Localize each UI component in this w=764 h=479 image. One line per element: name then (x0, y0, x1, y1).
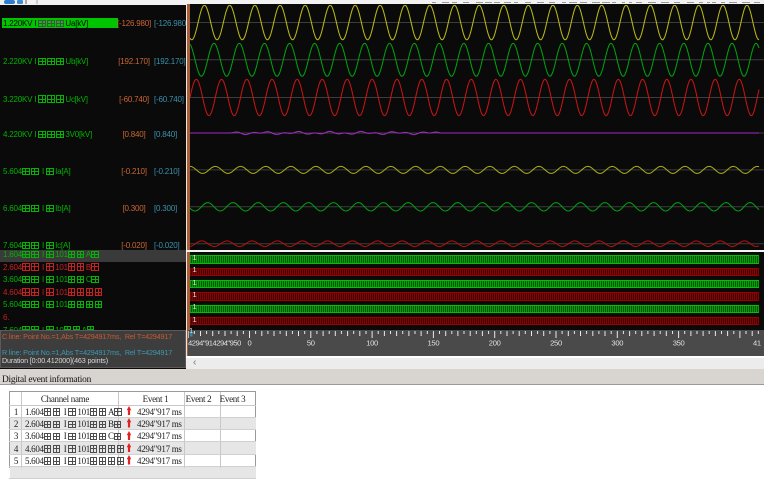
svg-text:250: 250 (550, 339, 562, 348)
svg-text:41: 41 (753, 339, 761, 348)
svg-text:50: 50 (307, 339, 315, 348)
svg-text:0: 0 (248, 339, 252, 348)
svg-text:150: 150 (428, 339, 440, 348)
svg-text:4294"914294"950: 4294"914294"950 (188, 339, 241, 348)
svg-text:300: 300 (611, 339, 623, 348)
svg-text:200: 200 (489, 339, 501, 348)
svg-text:350: 350 (673, 339, 685, 348)
svg-text:100: 100 (366, 339, 378, 348)
